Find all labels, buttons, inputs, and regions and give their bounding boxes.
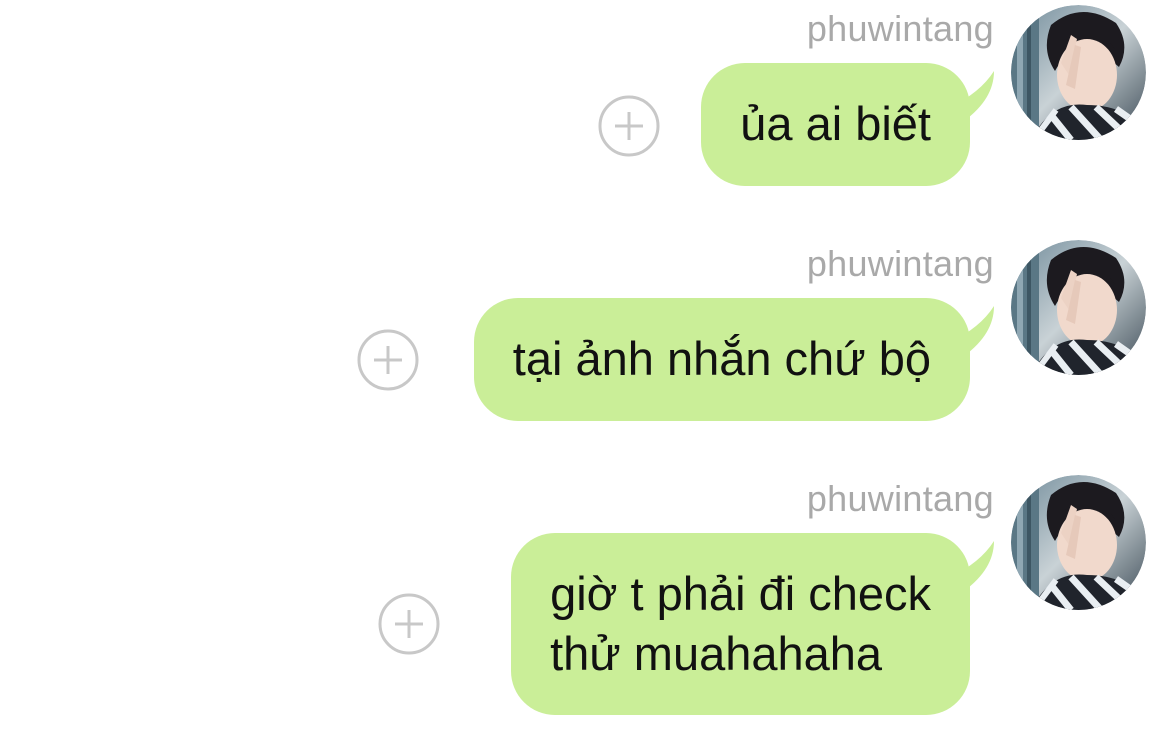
message-text: tại ảnh nhắn chứ bộ	[512, 332, 931, 385]
add-reaction-button[interactable]	[357, 329, 419, 391]
message-row: phuwintang tại ảnh nhắn chứ bộ	[0, 240, 1170, 430]
plus-circle-icon	[357, 329, 419, 391]
message-bubble[interactable]: ủa ai biết	[701, 63, 970, 186]
plus-circle-icon	[598, 95, 660, 157]
add-reaction-button[interactable]	[598, 95, 660, 157]
sender-name: phuwintang	[806, 8, 994, 49]
message-bubble[interactable]: giờ t phải đi check thử muahahaha	[511, 533, 970, 715]
sender-name: phuwintang	[806, 243, 994, 284]
avatar[interactable]	[1011, 5, 1146, 140]
avatar[interactable]	[1011, 475, 1146, 610]
sender-name: phuwintang	[806, 478, 994, 519]
plus-circle-icon	[378, 593, 440, 655]
message-bubble[interactable]: tại ảnh nhắn chứ bộ	[473, 298, 970, 421]
message-row: phuwintang giờ t phải đi check thử muaha…	[0, 475, 1170, 725]
message-text-line: thử muahahaha	[550, 627, 883, 680]
message-row: phuwintang ủa ai biết	[0, 5, 1170, 195]
avatar[interactable]	[1011, 240, 1146, 375]
message-text-line: giờ t phải đi check	[550, 567, 931, 620]
message-text: ủa ai biết	[740, 97, 931, 150]
add-reaction-button[interactable]	[378, 593, 440, 655]
